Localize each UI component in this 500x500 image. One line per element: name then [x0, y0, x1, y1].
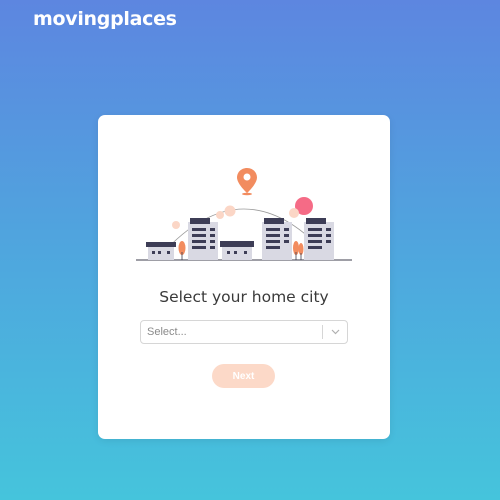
city-skyline-illustration [136, 168, 352, 261]
page-title: Select your home city [159, 288, 329, 306]
home-city-select[interactable]: Select... [140, 320, 348, 344]
location-pin-icon [237, 168, 257, 196]
chevron-down-icon[interactable] [323, 329, 347, 335]
city-selection-card: Select your home city Select... Next [98, 115, 390, 439]
brand-logo: movingplaces [33, 8, 177, 30]
select-placeholder: Select... [147, 326, 187, 338]
next-button[interactable]: Next [212, 364, 275, 388]
